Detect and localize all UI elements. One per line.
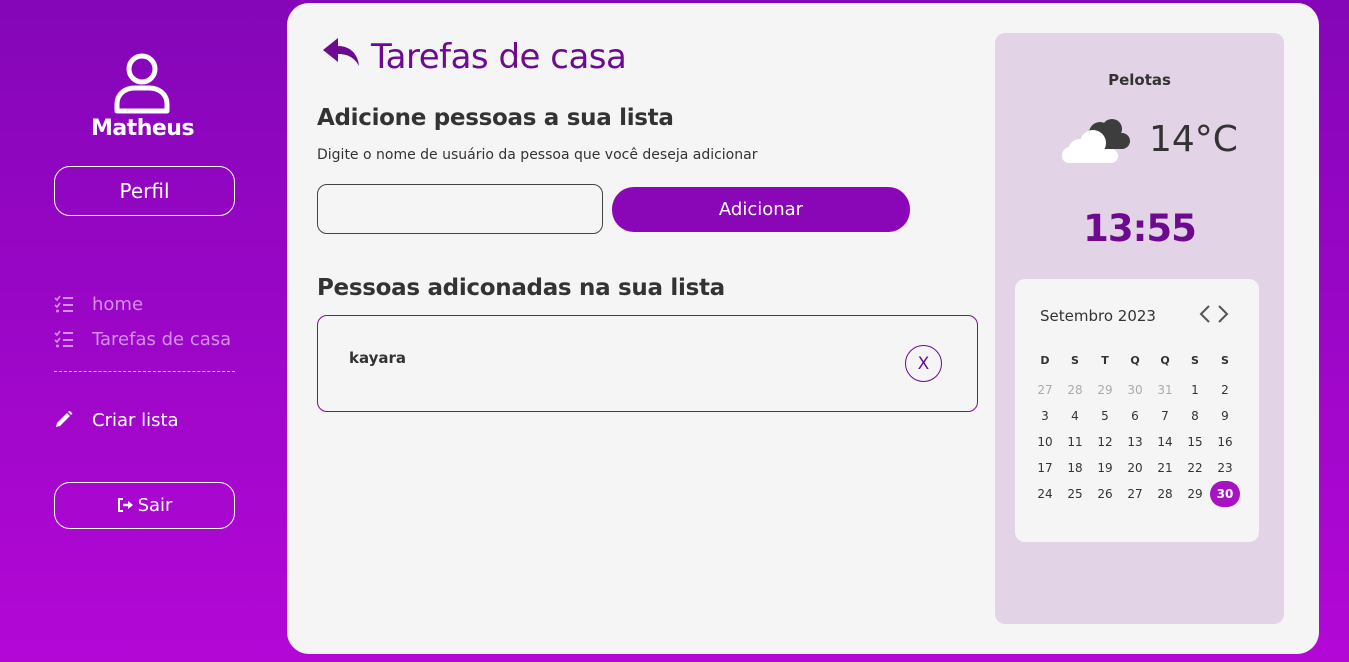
page-title: Tarefas de casa bbox=[371, 37, 627, 77]
chevron-left-icon[interactable] bbox=[1197, 303, 1213, 325]
people-section-title: Pessoas adiconadas na sua lista bbox=[317, 275, 725, 301]
logout-label: Sair bbox=[137, 494, 173, 516]
calendar-weekday: S bbox=[1191, 353, 1199, 367]
calendar-weekday: Q bbox=[1160, 353, 1170, 367]
calendar-day[interactable]: 30 bbox=[1120, 377, 1150, 403]
calendar-day[interactable]: 27 bbox=[1120, 481, 1150, 507]
calendar: Setembro 2023 D S T Q Q S S 27 28 29 30 31 1 2 3 4 5 6 7 8 9… bbox=[1015, 279, 1259, 542]
calendar-day[interactable]: 31 bbox=[1150, 377, 1180, 403]
calendar-day[interactable]: 27 bbox=[1030, 377, 1060, 403]
calendar-day[interactable]: 29 bbox=[1090, 377, 1120, 403]
username: Matheus bbox=[90, 116, 195, 141]
calendar-day[interactable]: 13 bbox=[1120, 429, 1150, 455]
logout-button[interactable]: Sair bbox=[54, 482, 235, 529]
create-list-label: Criar lista bbox=[92, 409, 179, 431]
remove-person-button[interactable]: X bbox=[905, 345, 942, 382]
pencil-icon bbox=[56, 411, 73, 427]
list-check-icon bbox=[54, 295, 73, 313]
calendar-day[interactable]: 23 bbox=[1210, 455, 1240, 481]
sidebar-item-label: Tarefas de casa bbox=[92, 328, 232, 350]
calendar-day[interactable]: 1 bbox=[1180, 377, 1210, 403]
calendar-day[interactable]: 22 bbox=[1180, 455, 1210, 481]
calendar-weekday: D bbox=[1040, 353, 1050, 367]
sidebar-item-home[interactable]: home bbox=[54, 292, 143, 316]
calendar-day[interactable]: 19 bbox=[1090, 455, 1120, 481]
calendar-day[interactable]: 3 bbox=[1030, 403, 1060, 429]
calendar-day[interactable]: 15 bbox=[1180, 429, 1210, 455]
calendar-day[interactable]: 28 bbox=[1060, 377, 1090, 403]
calendar-day[interactable]: 26 bbox=[1090, 481, 1120, 507]
calendar-day[interactable]: 17 bbox=[1030, 455, 1060, 481]
profile-button[interactable]: Perfil bbox=[54, 166, 235, 216]
calendar-day[interactable]: 18 bbox=[1060, 455, 1090, 481]
list-check-icon bbox=[54, 330, 73, 348]
weather-panel: Pelotas 14°C 13:55 Setembro 2023 D S T Q Q S S… bbox=[995, 33, 1284, 624]
calendar-day[interactable]: 14 bbox=[1150, 429, 1180, 455]
calendar-day[interactable]: 7 bbox=[1150, 403, 1180, 429]
calendar-day[interactable]: 6 bbox=[1120, 403, 1150, 429]
calendar-day[interactable]: 5 bbox=[1090, 403, 1120, 429]
sidebar: Matheus Perfil home Tarefas de casa Cria… bbox=[0, 0, 287, 662]
calendar-day-today[interactable]: 30 bbox=[1210, 481, 1240, 507]
calendar-day[interactable]: 8 bbox=[1180, 403, 1210, 429]
weather-city: Pelotas bbox=[1108, 71, 1171, 89]
people-list: kayara X bbox=[317, 315, 978, 412]
calendar-day-label: 30 bbox=[1210, 481, 1240, 507]
add-section-title: Adicione pessoas a sua lista bbox=[317, 105, 674, 131]
back-arrow-icon[interactable] bbox=[321, 36, 361, 72]
sidebar-divider bbox=[54, 371, 235, 372]
sign-out-icon bbox=[117, 497, 133, 512]
calendar-day[interactable]: 29 bbox=[1180, 481, 1210, 507]
sidebar-item-label: home bbox=[92, 293, 144, 315]
calendar-day[interactable]: 12 bbox=[1090, 429, 1120, 455]
calendar-day[interactable]: 21 bbox=[1150, 455, 1180, 481]
calendar-day[interactable]: 28 bbox=[1150, 481, 1180, 507]
username-input[interactable] bbox=[317, 184, 603, 234]
cloud-icon bbox=[1062, 119, 1130, 163]
calendar-weekday: S bbox=[1221, 353, 1229, 367]
calendar-day[interactable]: 24 bbox=[1030, 481, 1060, 507]
add-hint: Digite o nome de usuário da pessoa que v… bbox=[317, 147, 758, 163]
user-icon bbox=[114, 53, 170, 114]
calendar-day[interactable]: 4 bbox=[1060, 403, 1090, 429]
clock-time: 13:55 bbox=[1083, 207, 1197, 250]
calendar-day[interactable]: 11 bbox=[1060, 429, 1090, 455]
chevron-right-icon[interactable] bbox=[1215, 303, 1231, 325]
calendar-day[interactable]: 9 bbox=[1210, 403, 1240, 429]
sidebar-item-tarefas[interactable]: Tarefas de casa bbox=[54, 327, 231, 351]
calendar-weekday: T bbox=[1101, 353, 1109, 367]
calendar-weekday: Q bbox=[1130, 353, 1140, 367]
person-name: kayara bbox=[349, 349, 407, 367]
calendar-weekday: S bbox=[1071, 353, 1079, 367]
add-button[interactable]: Adicionar bbox=[612, 187, 910, 232]
calendar-day[interactable]: 25 bbox=[1060, 481, 1090, 507]
main-card: Tarefas de casa Adicione pessoas a sua l… bbox=[287, 3, 1319, 654]
calendar-day[interactable]: 10 bbox=[1030, 429, 1060, 455]
calendar-day[interactable]: 2 bbox=[1210, 377, 1240, 403]
calendar-day[interactable]: 20 bbox=[1120, 455, 1150, 481]
calendar-grid: D S T Q Q S S 27 28 29 30 31 1 2 3 4 5 6 7 8 9 10 11 12 13 14 15 16… bbox=[1030, 351, 1240, 507]
calendar-month: Setembro 2023 bbox=[1040, 307, 1156, 325]
create-list-link[interactable]: Criar lista bbox=[54, 408, 179, 432]
calendar-day[interactable]: 16 bbox=[1210, 429, 1240, 455]
weather-temperature: 14°C bbox=[1149, 119, 1238, 160]
